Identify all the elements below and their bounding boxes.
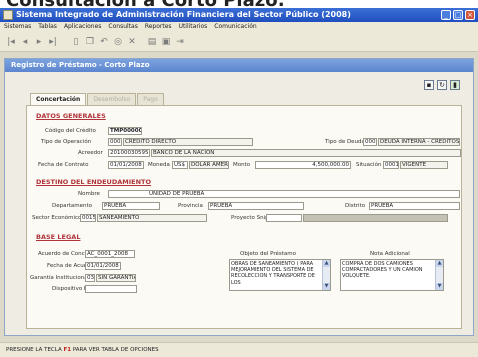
objeto-text: OBRAS DE SANEAMIENTO ( PARA MEJORAMIENTO… xyxy=(231,261,315,286)
menu-consultas[interactable]: Consultas xyxy=(108,22,137,32)
scroll-up-icon[interactable]: ▲ xyxy=(323,260,330,267)
sector-label: Sector Económico xyxy=(32,215,82,221)
garantia-desc: SIN GARANTIA xyxy=(96,274,136,282)
status-key: F1 xyxy=(63,347,72,353)
situacion-label: Situación xyxy=(356,162,382,168)
scroll-down-icon[interactable]: ▼ xyxy=(436,283,443,290)
acreedor-label: Acreedor xyxy=(78,150,103,156)
menu-aplicaciones[interactable]: Aplicaciones xyxy=(64,22,101,32)
nota-textarea[interactable]: COMPRA DE DOS CAMIONES COMPACTADORES Y U… xyxy=(340,259,444,291)
previous-record-icon[interactable]: ◂ xyxy=(19,36,31,48)
toolbar: |◂ ◂ ▸ ▸| ▯ ❐ ↶ ◎ ✕ ▤ ▣ ⇥ xyxy=(0,32,478,52)
status-text: PRESIONE LA TECLA F1 PARA VER TABLA DE O… xyxy=(6,347,159,353)
proyecto-code[interactable] xyxy=(266,214,302,222)
garantia-code[interactable]: 03 xyxy=(85,274,95,282)
app-titlebar: Sistema Integrado de Administración Fina… xyxy=(0,8,478,22)
codigo-field[interactable]: TMP00000 xyxy=(108,127,142,135)
moneda-code[interactable]: US$ xyxy=(172,161,188,169)
proyecto-label: Proyecto Snip xyxy=(231,215,269,221)
menu-bar: Sistemas Tablas Aplicaciones Consultas R… xyxy=(0,22,478,32)
delete-icon[interactable]: ✕ xyxy=(126,36,138,48)
first-record-icon[interactable]: |◂ xyxy=(5,36,17,48)
nombre-field[interactable]: UNIDAD DE PRUEBA xyxy=(108,190,460,198)
menu-utilitarios[interactable]: Utilitarios xyxy=(179,22,208,32)
print-icon[interactable]: ▤ xyxy=(146,36,158,48)
exit-icon[interactable]: ⇥ xyxy=(174,36,186,48)
codigo-label: Código del Crédito xyxy=(45,128,96,134)
menu-sistemas[interactable]: Sistemas xyxy=(4,22,31,32)
save-record-icon[interactable]: ▪ xyxy=(424,80,434,90)
loan-window-titlebar: Registro de Préstamo - Corto Plazo xyxy=(5,59,473,72)
menu-tablas[interactable]: Tablas xyxy=(38,22,57,32)
undo-icon[interactable]: ↶ xyxy=(98,36,110,48)
save-icon[interactable]: ▣ xyxy=(160,36,172,48)
app-icon xyxy=(3,10,13,20)
section-datos-generales: DATOS GENERALES xyxy=(36,112,106,120)
refresh-icon[interactable]: ↻ xyxy=(437,80,447,90)
next-record-icon[interactable]: ▸ xyxy=(33,36,45,48)
close-button[interactable]: × xyxy=(465,10,475,20)
copy-icon[interactable]: ❐ xyxy=(84,36,96,48)
moneda-desc: DÓLAR AMERIC xyxy=(189,161,229,169)
nota-scrollbar[interactable]: ▲ ▼ xyxy=(435,260,443,290)
departamento-field[interactable]: PRUEBA xyxy=(102,202,160,210)
fecha-contrato-label: Fecha de Contrato xyxy=(38,162,89,168)
maximize-button[interactable]: □ xyxy=(453,10,463,20)
sector-code[interactable]: 0015 xyxy=(80,214,96,222)
section-destino: DESTINO DEL ENDEUDAMIENTO xyxy=(36,178,151,186)
provincia-field[interactable]: PRUEBA xyxy=(208,202,304,210)
tipo-operacion-code[interactable]: 0001 xyxy=(108,138,122,146)
objeto-scrollbar[interactable]: ▲ ▼ xyxy=(322,260,330,290)
app-title: Sistema Integrado de Administración Fina… xyxy=(16,10,351,19)
sector-desc: SANEAMIENTO xyxy=(97,214,207,222)
exit-door-icon[interactable]: ▮ xyxy=(450,80,460,90)
proyecto-desc xyxy=(303,214,448,222)
new-document-icon[interactable]: ▯ xyxy=(70,36,82,48)
print-preview-icon[interactable]: ◎ xyxy=(112,36,124,48)
distrito-field[interactable]: PRUEBA xyxy=(369,202,460,210)
departamento-label: Departamento xyxy=(52,203,93,209)
acreedor-code[interactable]: 20100030595 xyxy=(108,149,150,157)
nombre-label: Nombre xyxy=(78,191,100,197)
fecha-contrato-field[interactable]: 01/01/2008 xyxy=(108,161,144,169)
nota-label: Nota Adicional xyxy=(370,251,410,257)
situacion-code[interactable]: 0001 xyxy=(383,161,399,169)
loan-window-title: Registro de Préstamo - Corto Plazo xyxy=(11,61,150,69)
objeto-textarea[interactable]: OBRAS DE SANEAMIENTO ( PARA MEJORAMIENTO… xyxy=(229,259,331,291)
situacion-desc: VIGENTE xyxy=(400,161,448,169)
menu-comunicacion[interactable]: Comunicación xyxy=(214,22,256,32)
tipo-deuda-desc: DEUDA INTERNA - CRÉDITOS xyxy=(378,138,460,146)
minimize-button[interactable]: _ xyxy=(441,10,451,20)
monto-field[interactable]: 4,500,000.00 xyxy=(255,161,351,169)
tipo-operacion-desc: CRÉDITO DIRECTO xyxy=(123,138,253,146)
acreedor-desc: BANCO DE LA NACION xyxy=(151,149,461,157)
status-bar: PRESIONE LA TECLA F1 PARA VER TABLA DE O… xyxy=(0,342,478,357)
objeto-label: Objeto del Préstamo xyxy=(240,251,297,257)
acuerdo-field[interactable]: AC_0001_2008 xyxy=(85,250,135,258)
scroll-up-icon[interactable]: ▲ xyxy=(436,260,443,267)
menu-reportes[interactable]: Reportes xyxy=(145,22,172,32)
dispositivo-field[interactable] xyxy=(85,285,137,293)
tab-desembolso[interactable]: Desembolso xyxy=(87,93,137,105)
monto-label: Monto xyxy=(233,162,251,168)
tipo-operacion-label: Tipo de Operación xyxy=(41,139,92,145)
tipo-deuda-code[interactable]: 0002 xyxy=(363,138,377,146)
nota-text: COMPRA DE DOS CAMIONES COMPACTADORES Y U… xyxy=(342,261,423,280)
moneda-label: Moneda xyxy=(148,162,170,168)
fecha-acuerdo-field[interactable]: 01/01/2008 xyxy=(85,262,121,270)
last-record-icon[interactable]: ▸| xyxy=(47,36,59,48)
garantia-label: Garantía Institucional xyxy=(30,275,90,281)
tipo-deuda-label: Tipo de Deuda xyxy=(325,139,365,145)
distrito-label: Distrito xyxy=(345,203,366,209)
tab-pago[interactable]: Pago xyxy=(137,93,164,105)
tab-strip: Concertación Desembolso Pago xyxy=(30,93,165,106)
section-base-legal: BASE LEGAL xyxy=(36,233,81,241)
scroll-down-icon[interactable]: ▼ xyxy=(323,283,330,290)
provincia-label: Provincia xyxy=(178,203,203,209)
